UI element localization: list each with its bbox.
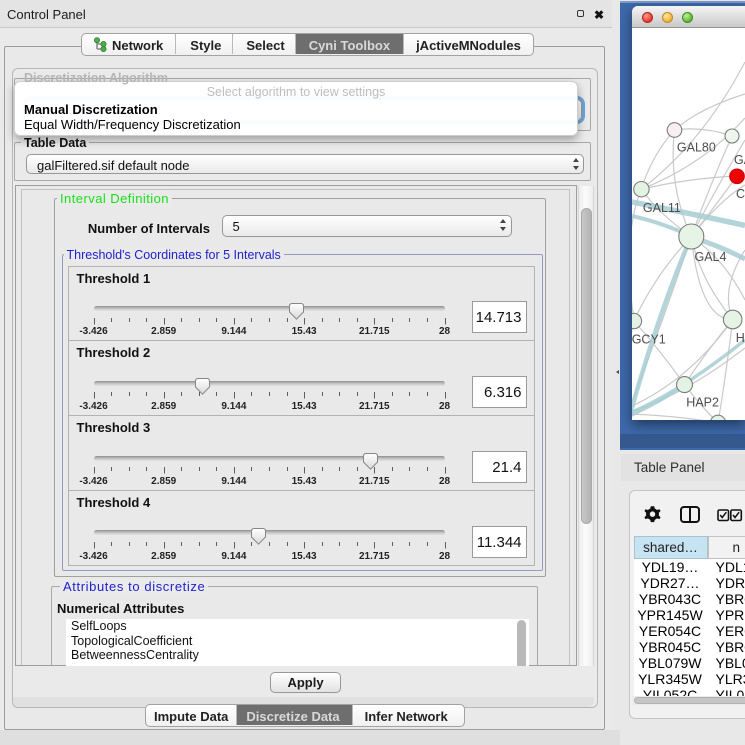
svg-text:GAL4: GAL4 — [695, 250, 727, 264]
svg-text:C: C — [736, 187, 745, 201]
svg-text:GA: GA — [734, 153, 745, 167]
svg-text:HAP2: HAP2 — [686, 396, 719, 410]
svg-text:GAL11: GAL11 — [643, 201, 681, 215]
svg-text:H: H — [736, 331, 745, 345]
svg-text:GCY1: GCY1 — [632, 333, 666, 347]
svg-text:GAL80: GAL80 — [677, 141, 716, 155]
